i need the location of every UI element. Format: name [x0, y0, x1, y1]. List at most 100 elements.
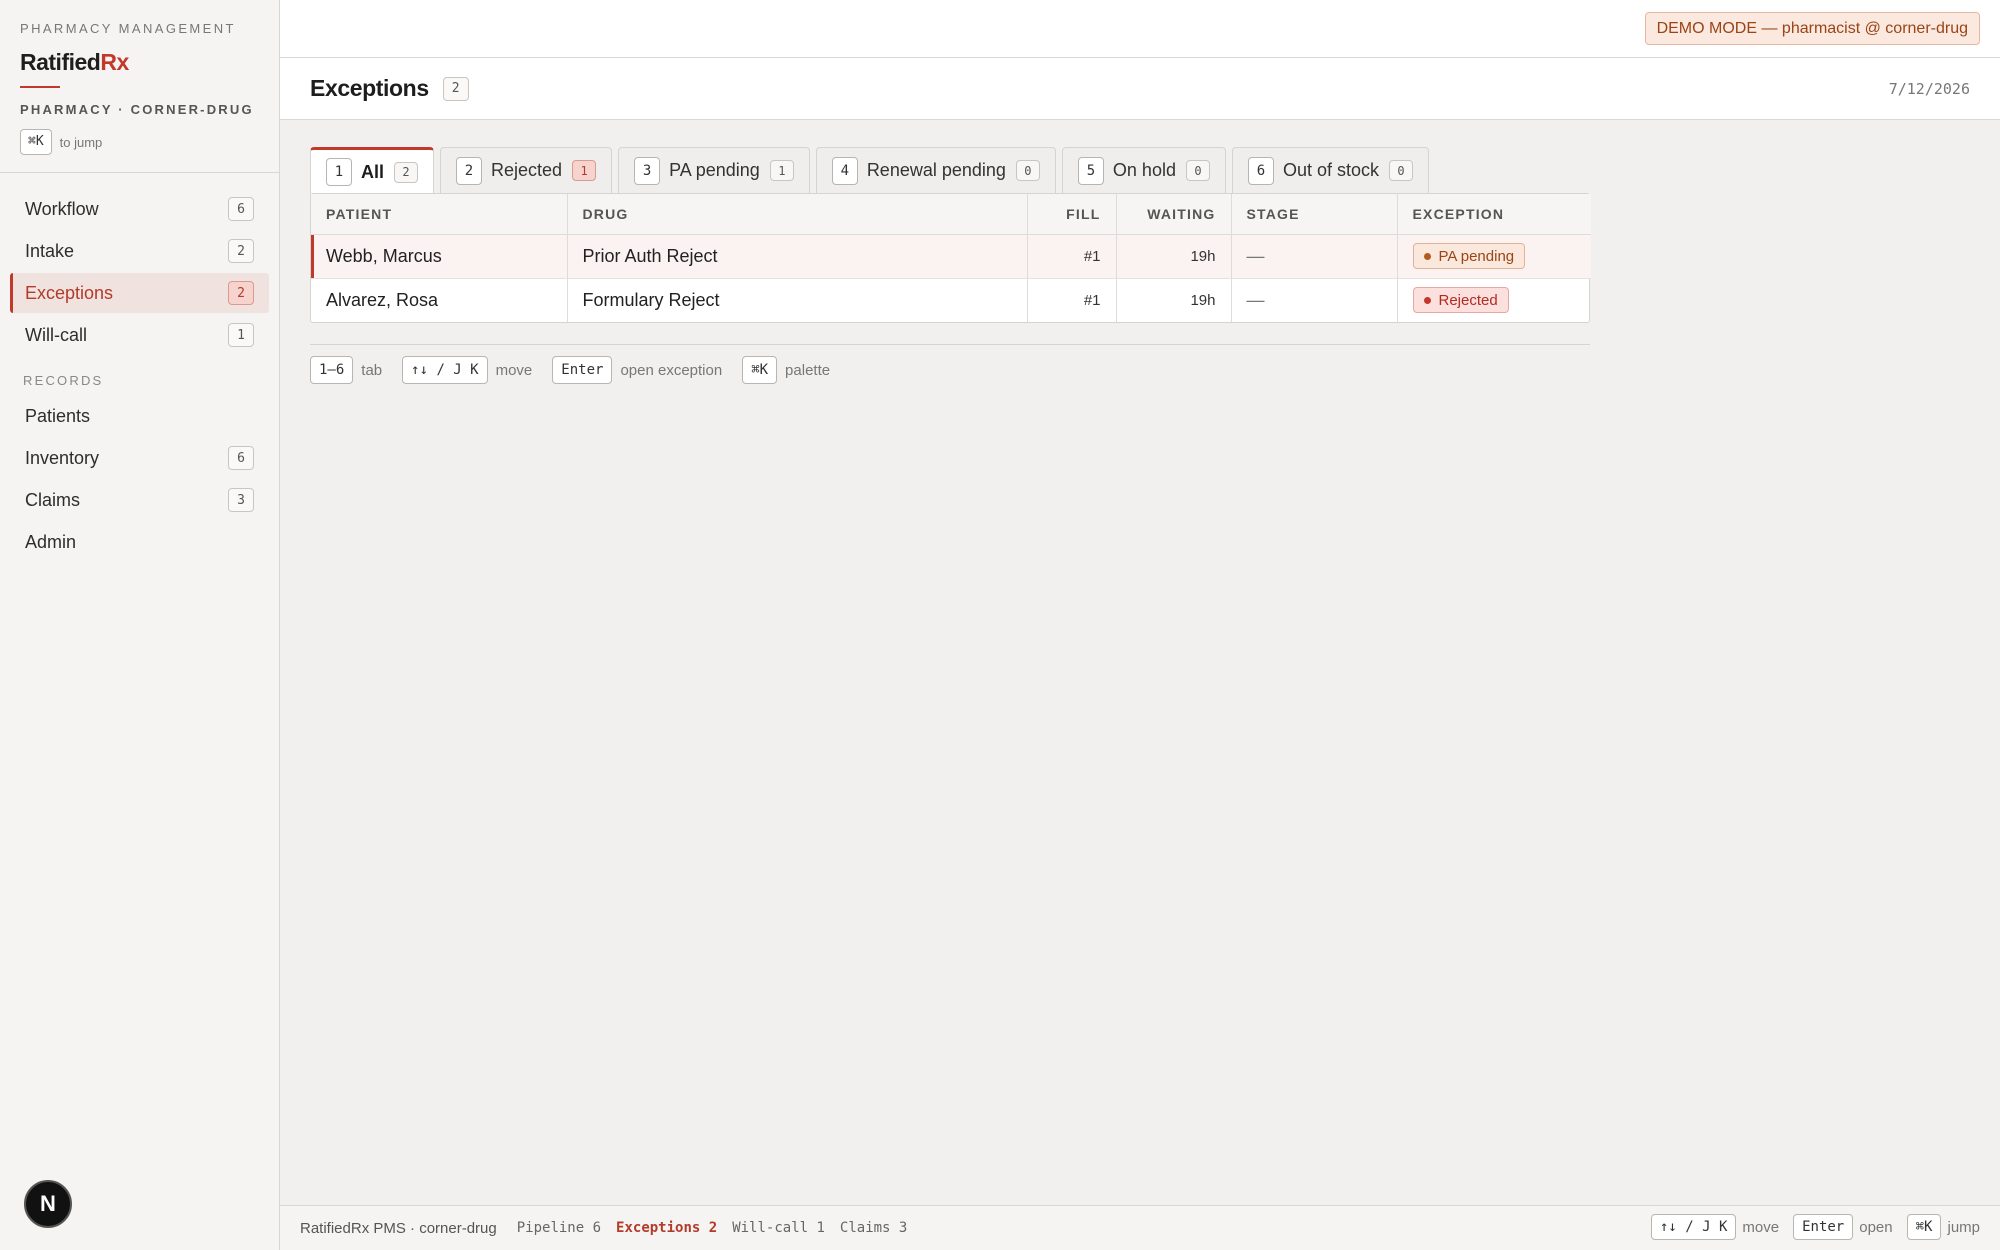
tab-shortcut-key: 3: [634, 156, 661, 185]
tab-label: Rejected: [491, 160, 563, 180]
shortcut-label: move: [1742, 1218, 1780, 1236]
sidebar-item-workflow[interactable]: Workflow 6: [10, 189, 269, 229]
column-header-fill[interactable]: FILL: [1027, 194, 1117, 235]
tab-out-of-stock[interactable]: 6 Out of stock 0: [1231, 147, 1430, 193]
sidebar-nav: Workflow 6 Intake 2 Exceptions 2 Will-ca…: [0, 173, 279, 562]
keyboard-shortcuts: 1–6 tab ↑↓ / J K move Enter open excepti…: [310, 356, 850, 384]
sidebar-item-label: Patients: [25, 405, 91, 426]
sidebar-item-will-call[interactable]: Will-call 1: [10, 315, 269, 355]
jump-hint[interactable]: ⌘K to jump: [20, 129, 259, 155]
stage-cell: —: [1231, 278, 1398, 322]
topbar: DEMO MODE — pharmacist @ corner-drug: [280, 0, 2000, 58]
demo-mode-badge: DEMO MODE — pharmacist @ corner-drug: [1644, 12, 1980, 45]
fill-cell: #1: [1027, 278, 1117, 322]
shortcut-key: ⌘K: [742, 356, 778, 384]
tab-label: Renewal pending: [866, 160, 1006, 180]
brand-name-accent: Rx: [100, 49, 129, 75]
sidebar-item-count: 6: [228, 446, 254, 470]
exception-cell: Rejected: [1397, 278, 1591, 322]
tab-count: 0: [1389, 160, 1414, 181]
sidebar-item-exceptions[interactable]: Exceptions 2: [10, 273, 269, 313]
shortcut-move: ↑↓ / J K move: [402, 356, 532, 384]
page-header: Exceptions 2 7/12/2026: [280, 58, 2000, 120]
patient-cell: Webb, Marcus: [311, 234, 568, 279]
brand-rule: [20, 86, 60, 88]
stage-cell: —: [1231, 234, 1398, 279]
status-item-exceptions[interactable]: Exceptions 2: [616, 1220, 717, 1236]
records-heading: RECORDS: [23, 373, 104, 388]
sidebar-item-label: Claims: [25, 489, 81, 510]
sidebar-item-admin[interactable]: Admin: [10, 522, 269, 562]
tab-shortcut-key: 5: [1077, 156, 1104, 185]
tab-shortcut-key: 1: [326, 158, 352, 186]
column-header-patient[interactable]: PATIENT: [311, 194, 568, 235]
page-title: Exceptions: [310, 75, 429, 101]
exception-badge-label: PA pending: [1438, 247, 1515, 265]
tab-count: 0: [1015, 160, 1040, 181]
sidebar-item-label: Will-call: [25, 324, 87, 345]
waiting-cell: 19h: [1116, 234, 1232, 279]
table-row[interactable]: Alvarez, Rosa Formulary Reject #1 19h — …: [311, 278, 1591, 322]
exception-cell: PA pending: [1397, 234, 1591, 279]
page-title-count: 2: [442, 76, 469, 101]
sidebar-item-label: Admin: [25, 531, 77, 552]
status-item-will-call[interactable]: Will-call 1: [732, 1220, 825, 1236]
sidebar-item-label: Inventory: [25, 447, 100, 468]
status-item-claims[interactable]: Claims 3: [840, 1220, 907, 1236]
status-dot-icon: [1423, 296, 1431, 304]
shortcut-tab: 1–6 tab: [310, 356, 382, 384]
waiting-cell: 19h: [1116, 278, 1232, 322]
command-k-key[interactable]: ⌘K: [20, 129, 52, 155]
column-header-exception[interactable]: EXCEPTION: [1397, 194, 1591, 235]
brand-name-main: Ratified: [20, 49, 101, 75]
sidebar-item-label: Exceptions: [25, 282, 114, 303]
exceptions-table: PATIENT DRUG FILL WAITING STAGE EXCEPTIO…: [310, 193, 1591, 323]
shortcut-label: open exception: [620, 361, 723, 379]
status-dot-icon: [1423, 252, 1431, 260]
brand-kicker: PHARMACY MANAGEMENT: [20, 21, 236, 36]
tab-count: 1: [572, 160, 597, 181]
pharmacy-name: PHARMACY · CORNER-DRUG: [20, 102, 254, 117]
table-row[interactable]: Webb, Marcus Prior Auth Reject #1 19h — …: [311, 234, 1591, 279]
exception-badge: Rejected: [1412, 287, 1509, 314]
sidebar-item-inventory[interactable]: Inventory 6: [10, 438, 269, 478]
brand-block: PHARMACY MANAGEMENT RatifiedRx PHARMACY …: [0, 0, 279, 173]
tab-on-hold[interactable]: 5 On hold 0: [1061, 147, 1226, 193]
sidebar-item-count: 6: [228, 197, 254, 221]
jump-hint-label: to jump: [59, 134, 103, 150]
shortcut-key: 1–6: [310, 356, 354, 384]
sidebar-item-count: 1: [228, 323, 254, 347]
shortcut-key: ⌘K: [1906, 1214, 1942, 1240]
tab-pa-pending[interactable]: 3 PA pending 1: [618, 147, 810, 193]
sidebar-item-label: Workflow: [25, 198, 99, 219]
table-header-row: PATIENT DRUG FILL WAITING STAGE EXCEPTIO…: [311, 194, 1591, 235]
dev-tools-avatar[interactable]: N: [24, 1180, 72, 1228]
shortcut-key: Enter: [1793, 1214, 1854, 1240]
sidebar-item-patients[interactable]: Patients: [10, 396, 269, 436]
tab-rejected[interactable]: 2 Rejected 1: [440, 147, 613, 193]
tab-shortcut-key: 2: [456, 156, 483, 185]
column-header-waiting[interactable]: WAITING: [1116, 194, 1232, 235]
shortcut-label: open: [1859, 1218, 1893, 1236]
tab-count: 1: [769, 160, 794, 181]
sidebar-item-label: Intake: [25, 240, 75, 261]
sidebar-item-claims[interactable]: Claims 3: [10, 480, 269, 520]
shortcut-open: Enter open exception: [552, 356, 722, 384]
status-shortcuts: ↑↓ / J K move Enter open ⌘K jump: [1650, 1214, 1980, 1240]
status-bar: RatifiedRx PMS · corner-drug Pipeline 6 …: [280, 1205, 2000, 1250]
shortcut-key: ↑↓ / J K: [402, 356, 488, 384]
shortcut-label: palette: [785, 361, 831, 379]
column-header-stage[interactable]: STAGE: [1231, 194, 1398, 235]
shortcut-palette: ⌘K palette: [742, 356, 830, 384]
drug-cell: Formulary Reject: [567, 278, 1028, 322]
status-item-pipeline[interactable]: Pipeline 6: [517, 1220, 601, 1236]
column-header-drug[interactable]: DRUG: [567, 194, 1028, 235]
tab-label: Out of stock: [1282, 160, 1380, 180]
drug-cell: Prior Auth Reject: [567, 234, 1028, 279]
sidebar-item-intake[interactable]: Intake 2: [10, 231, 269, 271]
tab-label: On hold: [1112, 160, 1176, 180]
tab-all[interactable]: 1 All 2: [310, 147, 435, 194]
tab-renewal-pending[interactable]: 4 Renewal pending 0: [815, 147, 1056, 193]
shortcut-key: ↑↓ / J K: [1650, 1214, 1737, 1240]
brand-logo[interactable]: RatifiedRx: [20, 49, 259, 76]
